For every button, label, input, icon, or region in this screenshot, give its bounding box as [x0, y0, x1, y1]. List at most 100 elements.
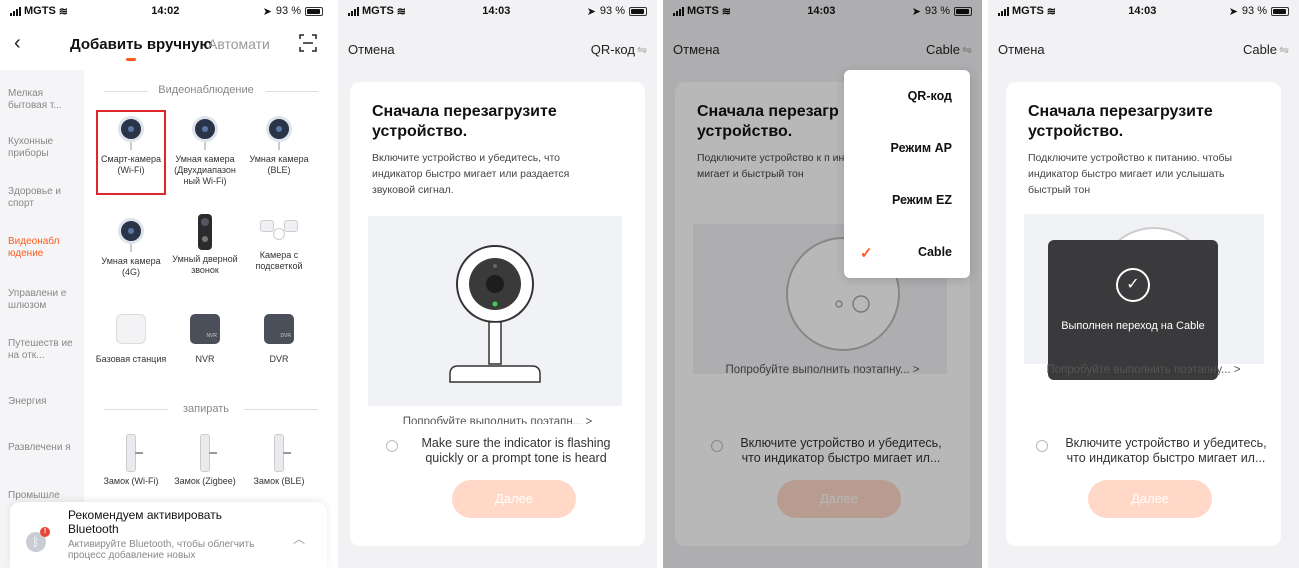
device-floodlight-camera[interactable]: Камера с подсветкой	[240, 218, 318, 272]
step-by-step-link[interactable]: Попробуйте выполнить поэтапну... >	[1006, 364, 1281, 376]
menu-item-ez[interactable]: Режим EZ	[844, 174, 970, 226]
floodlight-camera-icon	[258, 218, 300, 246]
camera-icon	[166, 116, 244, 150]
device-dvr[interactable]: DVR DVR	[240, 314, 318, 365]
confirm-row[interactable]: Включите устройство и убедитесь, что инд…	[1036, 436, 1276, 466]
device-label: Умный дверной звонок	[172, 254, 238, 275]
tab-add-manually[interactable]: Добавить вручную	[70, 36, 212, 53]
instruction-card: Сначала перезагрузите устройство. Подклю…	[1006, 82, 1281, 546]
screen-reset-qr: MGTS ≋ 14:03 ➤ 93 % Отмена QR-код ⇋ Сначала…	[338, 0, 657, 568]
device-label: Замок (Wi-Fi)	[103, 476, 159, 486]
camera-icon	[92, 218, 170, 252]
battery-icon	[1271, 6, 1289, 16]
mode-menu: QR-код Режим AP Режим EZ ✓ Cable	[844, 70, 970, 278]
time: 14:03	[482, 5, 511, 17]
sidebar-item-industry[interactable]: Промышле	[8, 490, 78, 502]
sidebar-item-entertainment[interactable]: Развлечени я	[8, 442, 78, 454]
battery-percent: 93 %	[1241, 5, 1267, 17]
sidebar-item-health[interactable]: Здоровье и спорт	[8, 186, 78, 210]
camera-illustration	[368, 216, 622, 406]
card-title: Сначала перезагрузите устройство.	[1028, 103, 1213, 140]
menu-item-label: QR-код	[907, 89, 952, 103]
sidebar-item-small-appliances[interactable]: Мелкая бытовая т...	[8, 88, 78, 112]
location-icon: ➤	[1228, 5, 1238, 18]
sidebar-item-energy[interactable]: Энергия	[8, 396, 78, 408]
signal-icon	[10, 6, 21, 16]
wifi-icon: ≋	[1046, 5, 1056, 18]
lock-icon	[274, 434, 291, 472]
menu-item-cable[interactable]: ✓ Cable	[844, 226, 970, 278]
alert-badge: !	[40, 527, 50, 537]
step-by-step-link[interactable]: Попробуйте выполнить поэтапн... >	[350, 416, 645, 424]
card-title: Сначала перезагрузите устройство.	[372, 103, 557, 140]
next-button[interactable]: Далее	[452, 480, 576, 518]
cancel-button[interactable]: Отмена	[348, 42, 395, 57]
switch-arrows-icon: ⇋	[1278, 43, 1289, 57]
device-label: Замок (BLE)	[253, 476, 305, 486]
divider	[244, 409, 318, 410]
device-smart-camera-wifi[interactable]: Смарт-камера (Wi-Fi)	[92, 116, 170, 176]
tab-auto-scan[interactable]: Автомати	[208, 36, 270, 52]
doorbell-icon	[198, 214, 212, 250]
menu-item-label: Режим EZ	[891, 193, 952, 207]
menu-item-qr[interactable]: QR-код	[844, 70, 970, 122]
mode-label: Cable	[1242, 42, 1277, 57]
next-button[interactable]: Далее	[1088, 480, 1212, 518]
mode-label: QR-код	[590, 42, 635, 57]
device-doorbell[interactable]: Умный дверной звонок	[166, 214, 244, 276]
menu-item-ap[interactable]: Режим AP	[844, 122, 970, 174]
location-icon: ➤	[586, 5, 596, 18]
battery-icon	[629, 6, 647, 16]
top-bar: Отмена QR-код ⇋	[338, 38, 657, 60]
screen-cable-toast: MGTS ≋ 14:03 ➤ 93 % Отмена Cable ⇋ Сначала …	[988, 0, 1299, 568]
top-bar: Отмена Cable ⇋	[988, 38, 1299, 60]
device-nvr[interactable]: NVR NVR	[166, 314, 244, 365]
chevron-up-icon[interactable]: ︿	[293, 530, 305, 547]
status-bar: MGTS ≋ 14:02 ➤ 93 %	[0, 0, 333, 22]
divider	[104, 409, 168, 410]
signal-icon	[998, 6, 1009, 16]
confirm-radio[interactable]	[1036, 440, 1048, 452]
switch-arrows-icon: ⇋	[636, 43, 647, 57]
device-lock-zigbee[interactable]: Замок (Zigbee)	[166, 434, 244, 487]
checkmark-icon: ✓	[860, 245, 873, 262]
mode-switch-button[interactable]: QR-код ⇋	[591, 42, 647, 57]
sidebar-item-travel[interactable]: Путешеств ие на отк...	[8, 338, 78, 362]
confirm-radio[interactable]	[386, 440, 398, 452]
toast-message: ✓ Выполнен переход на Cable	[1048, 240, 1218, 380]
banner-subtitle: Активируйте Bluetooth, чтобы облегчить п…	[68, 539, 255, 561]
chevron-left-icon[interactable]: ‹	[14, 32, 21, 55]
scan-icon[interactable]	[299, 34, 317, 52]
mode-switch-button[interactable]: Cable ⇋	[1243, 42, 1289, 57]
sidebar-item-video[interactable]: Видеонабл юдение	[8, 236, 78, 260]
device-lock-wifi[interactable]: Замок (Wi-Fi)	[92, 434, 170, 487]
nvr-icon: NVR	[190, 314, 220, 344]
device-smart-camera-ble[interactable]: Умная камера (BLE)	[240, 116, 318, 176]
battery-percent: 93 %	[275, 5, 301, 17]
confirm-row[interactable]: Make sure the indicator is flashing quic…	[386, 436, 626, 466]
bluetooth-banner[interactable]: ᛒ ! Рекомендуем активировать Bluetooth А…	[10, 502, 327, 568]
time: 14:03	[1128, 5, 1157, 17]
section-title-video: Видеонаблюдение	[158, 84, 254, 96]
divider	[104, 91, 148, 92]
wifi-icon: ≋	[58, 5, 68, 18]
check-circle-icon: ✓	[1116, 268, 1150, 302]
device-base-station[interactable]: Базовая станция	[92, 314, 170, 365]
menu-item-label: Cable	[917, 245, 952, 259]
device-label: DVR	[269, 354, 289, 364]
top-nav: ‹ Добавить вручную Автомати	[0, 28, 333, 62]
indoor-camera-icon	[449, 245, 541, 383]
device-smart-camera-4g[interactable]: Умная камера (4G)	[92, 218, 170, 278]
card-description: Включите устройство и убедитесь, что инд…	[372, 152, 570, 196]
device-smart-camera-dual[interactable]: Умная камера (Двухдиапазон ный Wi-Fi)	[166, 116, 244, 187]
sidebar-item-gateway[interactable]: Управлени е шлюзом	[8, 288, 78, 312]
device-label: NVR	[195, 354, 215, 364]
sidebar-item-kitchen[interactable]: Кухонные приборы	[8, 136, 78, 160]
camera-icon	[240, 116, 318, 150]
cancel-button[interactable]: Отмена	[998, 42, 1045, 57]
device-lock-ble[interactable]: Замок (BLE)	[240, 434, 318, 487]
device-label: Замок (Zigbee)	[174, 476, 236, 486]
status-bar: MGTS ≋ 14:03 ➤ 93 %	[338, 0, 657, 22]
device-label: Смарт-камера (Wi-Fi)	[101, 154, 161, 175]
location-icon: ➤	[262, 5, 272, 18]
